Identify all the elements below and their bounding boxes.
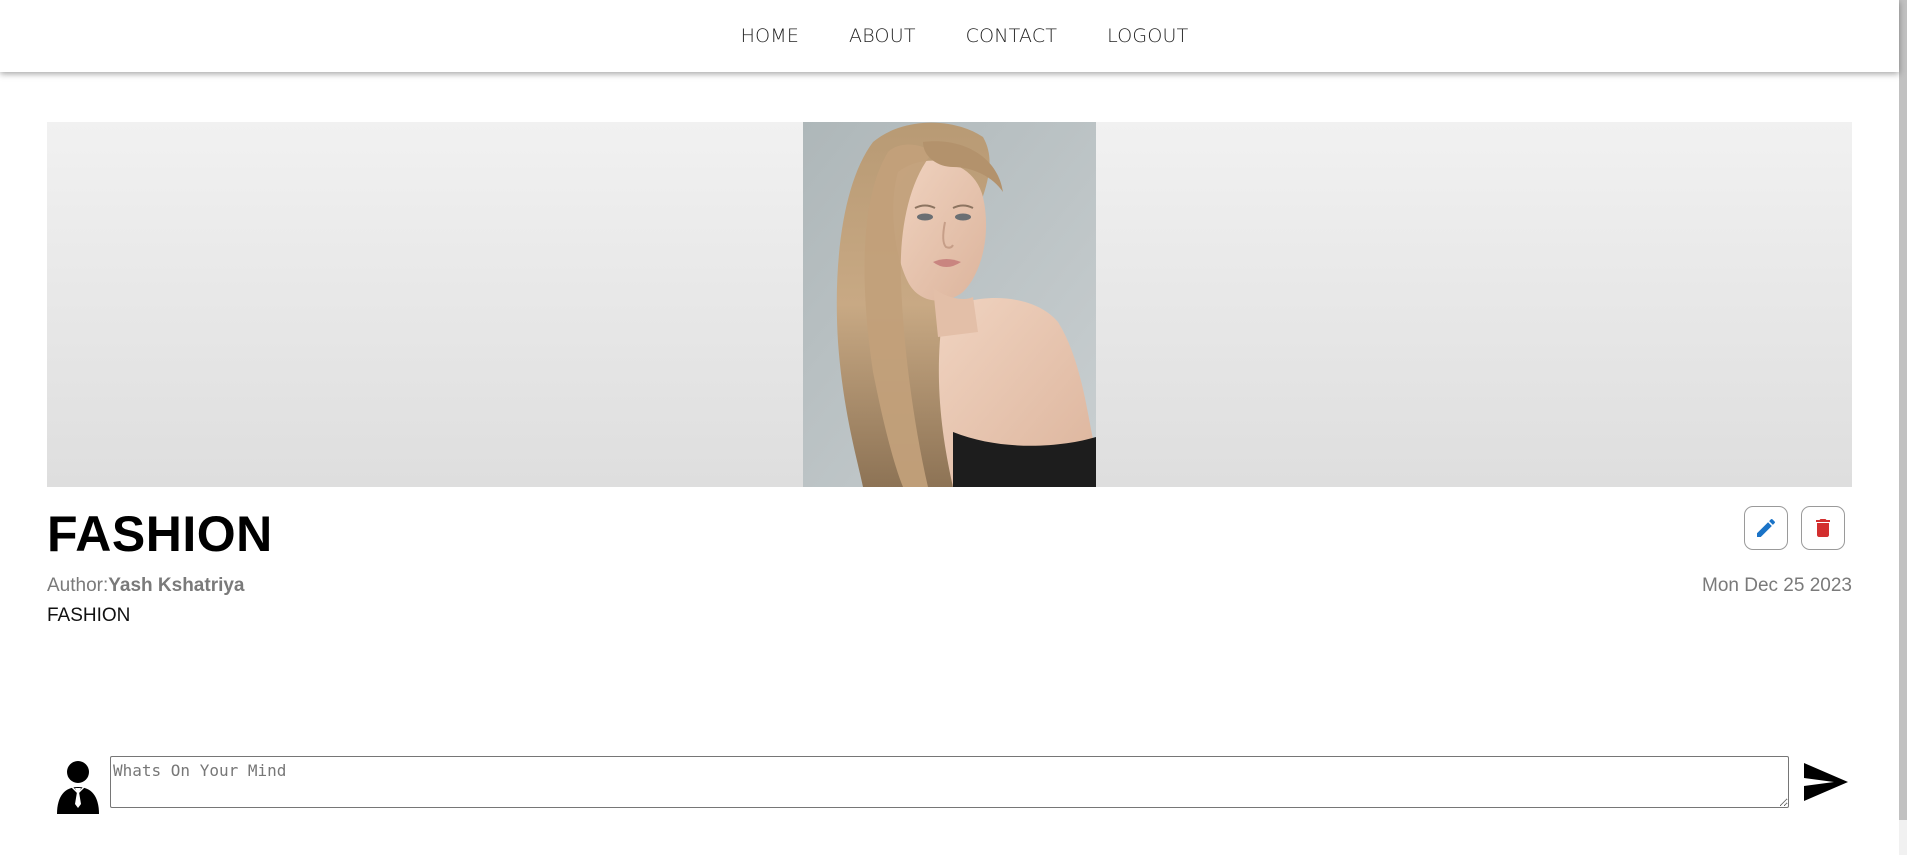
trash-icon [1816,519,1830,537]
author-name: Yash Kshatriya [108,575,245,596]
scrollbar-thumb[interactable] [1899,0,1907,820]
user-avatar-icon [57,761,99,814]
page-scrollbar[interactable] [1899,0,1907,855]
nav-item-logout: LOGOUT [1082,25,1213,47]
post-hero-image [803,122,1096,487]
page: HOME ABOUT CONTACT LOGOUT FASHION Author… [0,0,1907,855]
nav-item-about: ABOUT [824,25,941,47]
author-prefix: Author: [47,575,109,596]
nav-link-home[interactable]: HOME [741,25,799,47]
post-author: Author:Yash Kshatriya [47,575,245,597]
top-navbar: HOME ABOUT CONTACT LOGOUT [0,0,1899,72]
pencil-icon [1757,518,1776,537]
send-comment-button[interactable] [1801,760,1851,804]
comment-input[interactable] [110,756,1789,808]
post-title: FASHION [47,506,273,562]
send-icon [1804,763,1848,801]
post-body: FASHION [47,605,131,626]
nav-item-contact: CONTACT [941,25,1083,47]
nav-list: HOME ABOUT CONTACT LOGOUT [716,25,1214,47]
nav-item-home: HOME [716,25,824,47]
delete-post-button[interactable] [1801,506,1845,550]
edit-post-button[interactable] [1744,506,1788,550]
nav-link-contact[interactable]: CONTACT [966,25,1058,47]
nav-link-logout[interactable]: LOGOUT [1107,25,1188,47]
post-hero-image-container [47,122,1852,487]
post-date: Mon Dec 25 2023 [1702,575,1852,596]
nav-link-about[interactable]: ABOUT [849,25,916,47]
